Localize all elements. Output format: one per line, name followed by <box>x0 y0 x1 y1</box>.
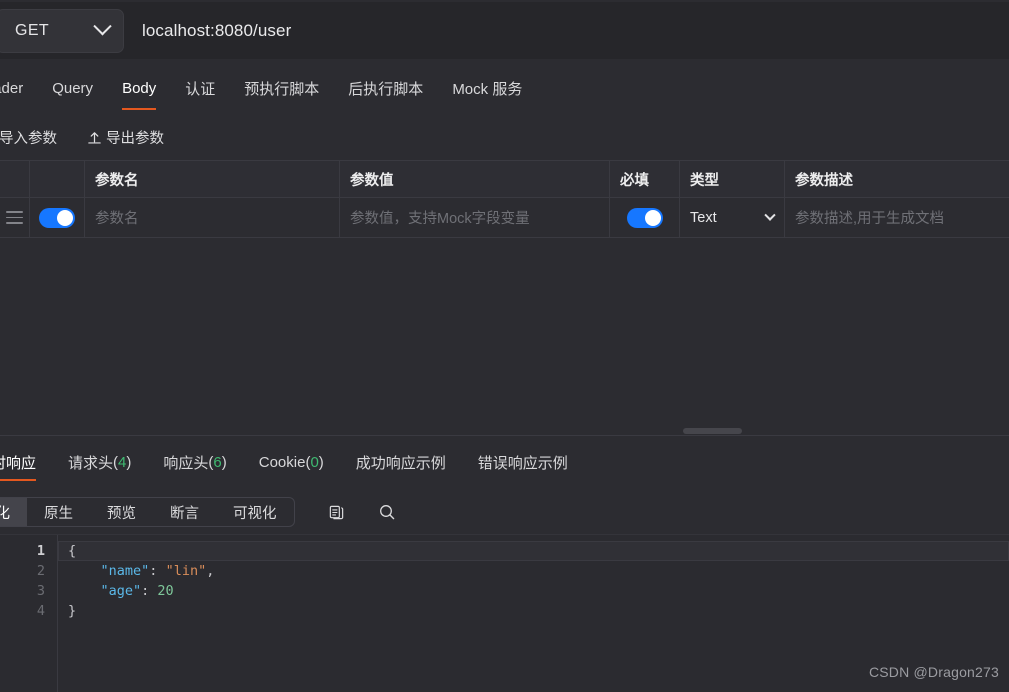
http-method-label: GET <box>15 21 50 39</box>
code-token: 20 <box>157 583 174 599</box>
panel-splitter <box>0 427 1009 436</box>
url-input[interactable]: localhost:8080/user <box>142 21 291 41</box>
param-type-select[interactable]: Text <box>690 209 776 226</box>
tab-post-script[interactable]: 后执行脚本 <box>348 66 423 111</box>
copy-response-button[interactable] <box>323 498 351 526</box>
required-toggle[interactable] <box>626 207 663 228</box>
param-table-header: 参数名 参数值 必填 类型 参数描述 <box>0 160 1009 198</box>
api-client-window: GET localhost:8080/user Header Query Bod… <box>0 0 1009 692</box>
code-token: : <box>141 583 158 599</box>
tab-mock-service[interactable]: Mock 服务 <box>452 66 522 111</box>
tab-request-headers[interactable]: 请求头 (4) <box>68 441 131 483</box>
row-drag-handle[interactable] <box>0 198 30 237</box>
table-row: 参数名 Text 参数值，支持Mock字段变量 Text <box>0 198 1009 238</box>
param-value-input[interactable]: 参数值，支持Mock字段变量 <box>340 198 609 237</box>
upload-icon <box>88 131 101 144</box>
viewer-mode-raw[interactable]: 原生 <box>27 498 90 526</box>
viewer-mode-assert[interactable]: 断言 <box>153 498 216 526</box>
tab-realtime-response[interactable]: 实时响应 <box>0 441 37 483</box>
tab-cookie-label: Cookie <box>258 453 306 471</box>
code-token: "name" <box>100 563 150 579</box>
import-params-label: 导入参数 <box>0 130 57 147</box>
code-content[interactable]: { "name": "lin", "age": 20} <box>58 535 1009 692</box>
line-number: 3 <box>36 583 45 599</box>
import-params-button[interactable]: 导入参数 <box>0 127 57 148</box>
viewer-mode-segmented: 美化 原生 预览 断言 可视化 <box>0 497 295 527</box>
param-table: 参数名 参数值 必填 类型 参数描述 参数名 Text 参数值， <box>0 160 1009 238</box>
param-value-cell: Text 参数值，支持Mock字段变量 <box>340 198 610 237</box>
param-desc-input[interactable]: 参数描述,用于生成文档 <box>795 207 944 228</box>
search-response-button[interactable] <box>373 498 401 526</box>
line-number: 1 <box>36 543 45 559</box>
code-token: "lin" <box>165 563 207 579</box>
code-token: , <box>206 563 215 579</box>
request-tab-bar: Header Query Body 认证 预执行脚本 后执行脚本 Mock 服务 <box>0 66 1009 111</box>
param-value-placeholder: 参数值，支持Mock字段变量 <box>350 211 530 227</box>
http-method-select[interactable]: GET <box>0 8 124 53</box>
param-desc-cell[interactable]: 参数描述,用于生成文档 <box>785 198 1009 237</box>
col-required: 必填 <box>610 161 680 197</box>
tab-cookie-count: 0 <box>310 453 319 471</box>
tab-cookie[interactable]: Cookie (0) <box>259 441 324 483</box>
code-token: : <box>149 563 166 579</box>
copy-icon <box>329 505 344 519</box>
export-params-button[interactable]: 导出参数 <box>87 127 164 148</box>
tab-header[interactable]: Header <box>0 66 23 111</box>
code-line: "name": "lin", <box>58 561 1009 581</box>
param-type-label: Text <box>690 209 717 226</box>
response-viewer-toolbar: 美化 原生 预览 断言 可视化 <box>0 492 1009 532</box>
code-gutter: 1 2 3 4 <box>0 535 58 692</box>
response-body-viewer[interactable]: 1 2 3 4 { "name": "lin", "age": 20} <box>0 534 1009 692</box>
tab-response-headers[interactable]: 响应头 (6) <box>163 441 226 483</box>
viewer-mode-beautify[interactable]: 美化 <box>0 498 27 526</box>
col-type: 类型 <box>680 161 785 197</box>
line-number: 2 <box>36 563 45 579</box>
watermark: CSDN @Dragon273 <box>868 664 999 680</box>
param-name-cell[interactable]: 参数名 <box>85 198 340 237</box>
tab-error-example[interactable]: 错误响应示例 <box>478 441 568 483</box>
tab-pre-script[interactable]: 预执行脚本 <box>244 66 319 111</box>
col-handle <box>0 161 30 197</box>
drag-handle-icon[interactable] <box>6 211 23 224</box>
export-params-label: 导出参数 <box>106 130 164 147</box>
tab-query[interactable]: Query <box>52 66 93 111</box>
row-enabled-cell <box>30 198 85 237</box>
tab-success-example[interactable]: 成功响应示例 <box>356 441 446 483</box>
splitter-drag-handle[interactable] <box>683 428 742 434</box>
enable-param-toggle[interactable] <box>39 207 75 228</box>
chevron-down-icon <box>764 209 776 221</box>
code-line: "age": 20 <box>58 581 1009 601</box>
tab-response-headers-count: 6 <box>213 453 222 471</box>
col-param-value: 参数值 <box>340 161 610 197</box>
search-icon <box>379 505 394 520</box>
code-line: } <box>58 601 1009 621</box>
line-number: 4 <box>36 603 45 619</box>
response-tab-bar: 实时响应 请求头 (4) 响应头 (6) Cookie (0) 成功响应示例 错… <box>0 441 1009 483</box>
tab-response-headers-label: 响应头 <box>163 454 209 472</box>
tab-body[interactable]: Body <box>122 66 157 111</box>
param-name-input[interactable]: 参数名 <box>95 207 139 228</box>
tab-realtime-response-label: 实时响应 <box>0 454 37 472</box>
param-actions-bar: 导入参数 导出参数 <box>0 118 1009 156</box>
tab-request-headers-label: 请求头 <box>68 454 114 472</box>
chevron-down-icon <box>93 17 112 36</box>
col-description: 参数描述 <box>795 172 853 189</box>
col-enabled <box>30 161 85 197</box>
tab-request-headers-count: 4 <box>118 453 127 471</box>
url-bar: GET localhost:8080/user <box>0 2 1009 59</box>
code-token: { <box>68 543 77 559</box>
viewer-mode-preview[interactable]: 预览 <box>90 498 153 526</box>
param-type-cell[interactable]: Text <box>680 198 785 237</box>
code-token: } <box>68 603 77 619</box>
tab-auth[interactable]: 认证 <box>185 66 215 111</box>
col-param-name: 参数名 <box>85 161 340 197</box>
viewer-mode-visualize[interactable]: 可视化 <box>216 498 294 526</box>
code-line: { <box>58 541 1009 561</box>
row-required-cell <box>610 198 680 237</box>
code-token: "age" <box>100 583 142 599</box>
